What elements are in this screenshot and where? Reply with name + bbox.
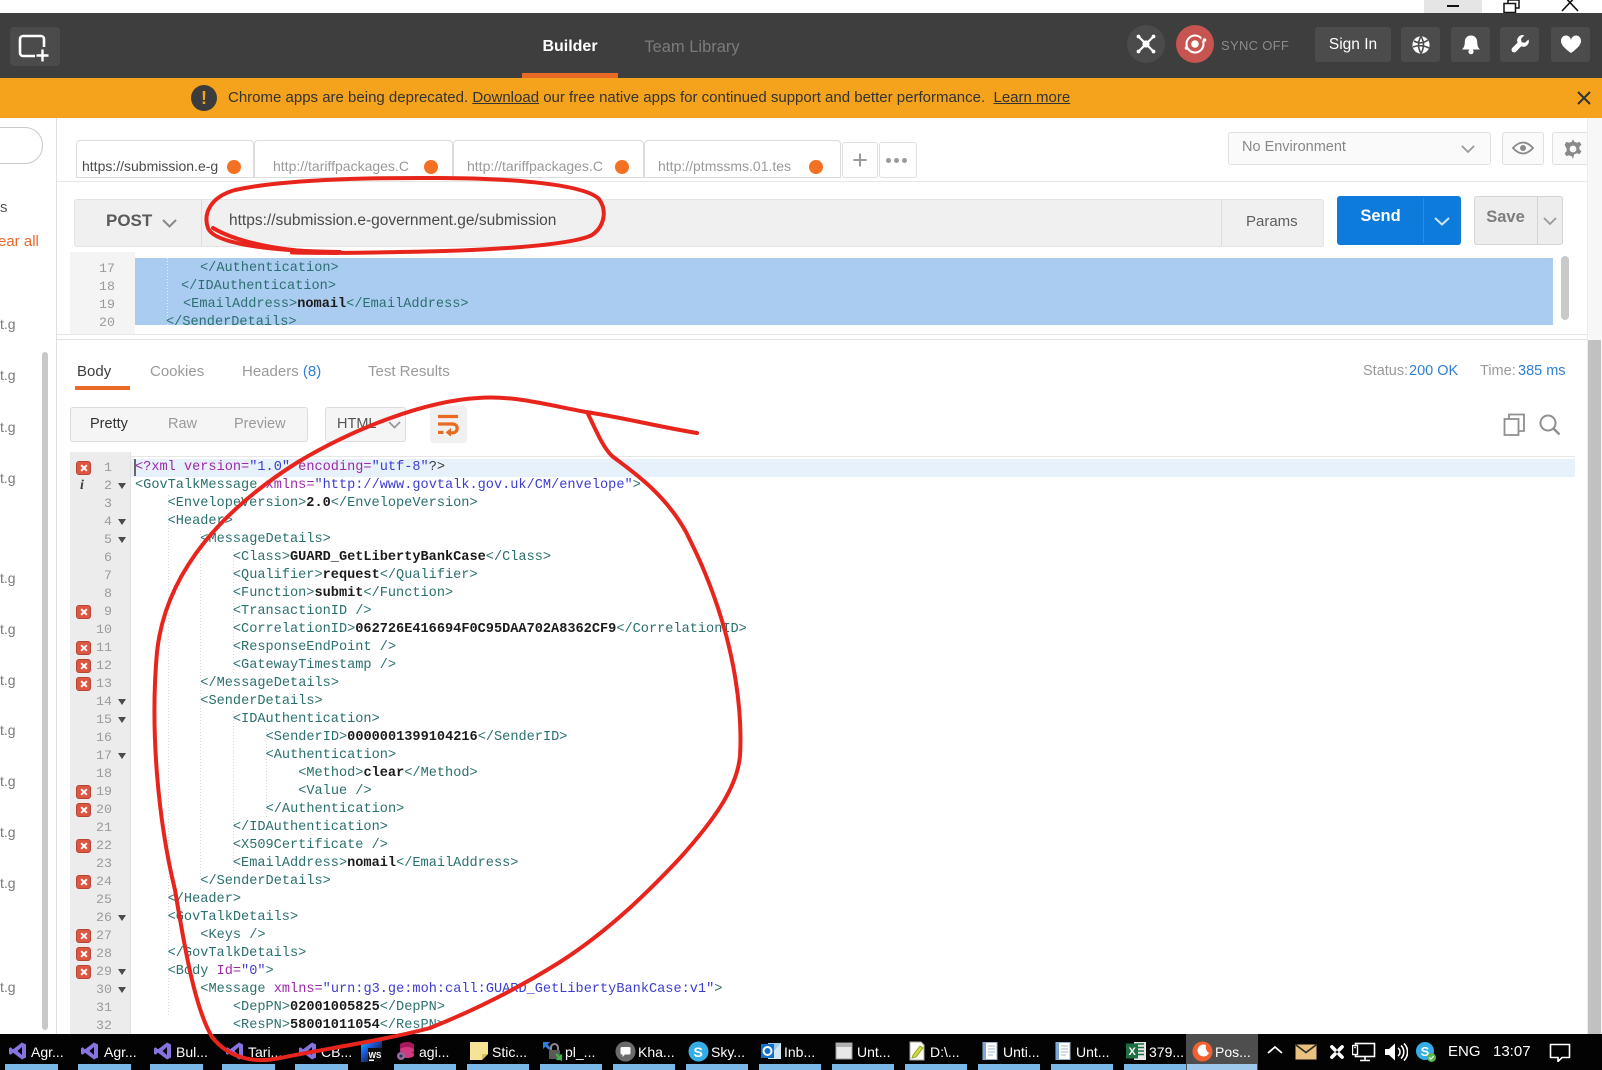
svg-text:X: X — [1129, 1046, 1137, 1058]
svg-text:S: S — [694, 1044, 703, 1060]
svg-text:WS: WS — [369, 1051, 383, 1060]
